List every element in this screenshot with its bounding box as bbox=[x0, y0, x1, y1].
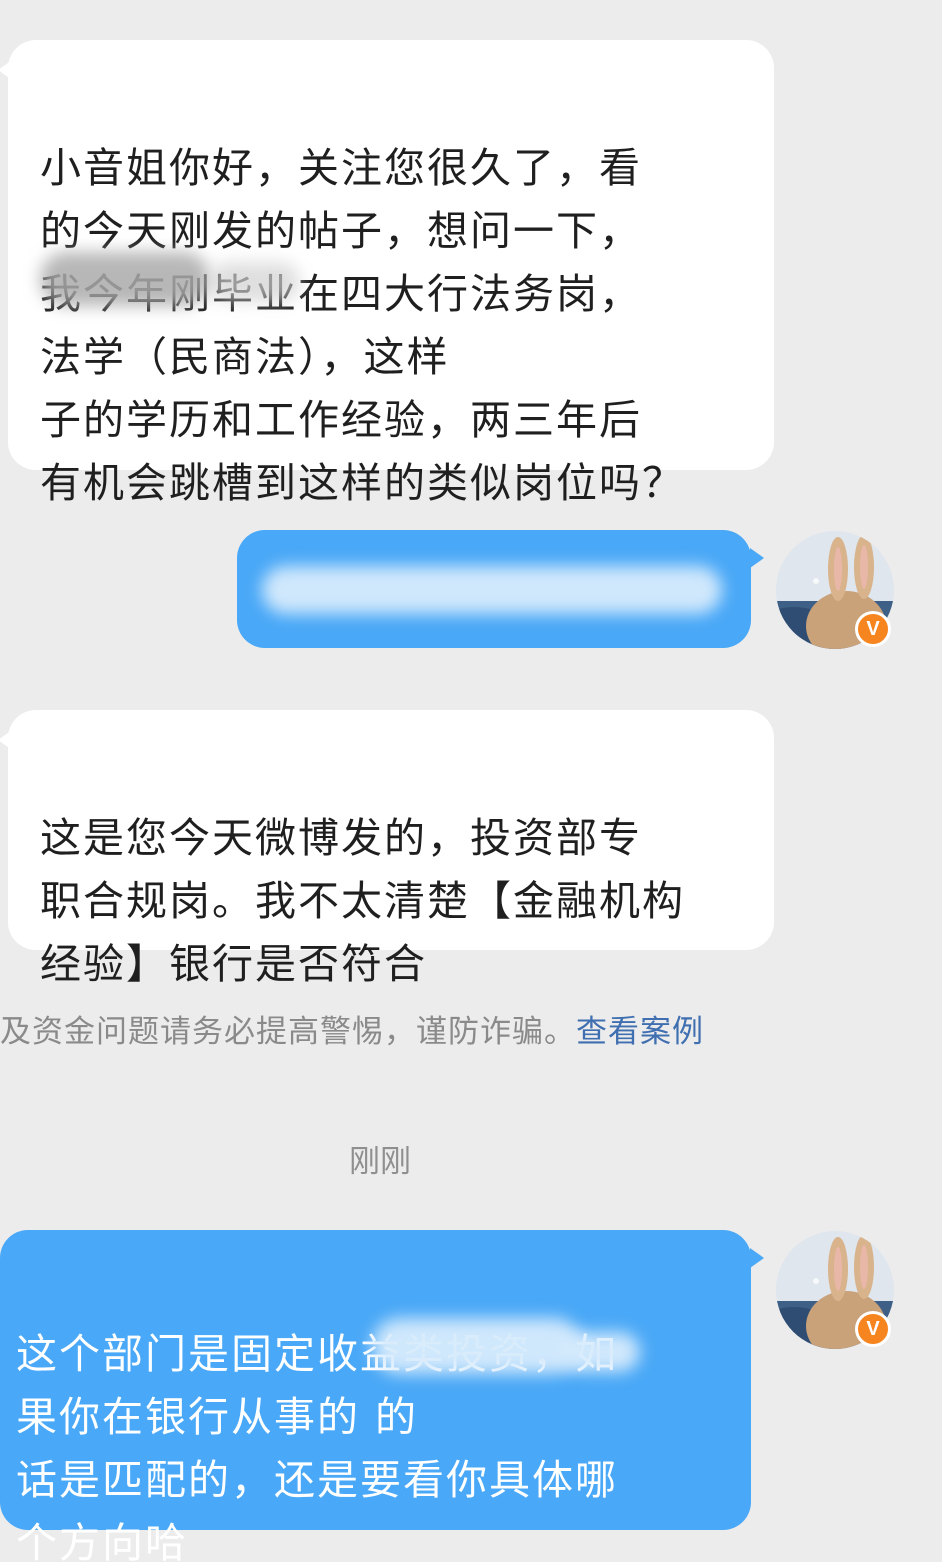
bubble-tail bbox=[750, 1248, 764, 1268]
message-bubble-outgoing[interactable]: 这个部门是固定收益类投资，如 果你在银行从事的 的 话是匹配的，还是要看你具体哪… bbox=[0, 1230, 751, 1562]
verified-badge-icon: V bbox=[855, 611, 891, 647]
redacted-blur bbox=[40, 252, 210, 306]
verified-badge-icon: V bbox=[855, 1311, 891, 1347]
redacted-blur bbox=[210, 262, 300, 302]
message-text: 小音姐你好，关注您很久了，看 的今天刚发的帖子，想问一下， 我今年刚毕业在四大行… bbox=[40, 144, 685, 507]
message-timestamp: 刚刚 bbox=[349, 1144, 411, 1180]
chat-view: 小音姐你好，关注您很久了，看 的今天刚发的帖子，想问一下， 我今年刚毕业在四大行… bbox=[0, 0, 942, 1562]
view-cases-link[interactable]: 查看案例 bbox=[576, 1014, 704, 1050]
message-bubble-incoming[interactable]: 这是您今天微博发的，投资部专 职合规岗。我不太清楚【金融机构 经验】银行是否符合 bbox=[8, 710, 774, 988]
redacted-blur bbox=[560, 1332, 640, 1372]
redacted-blur bbox=[372, 1318, 582, 1374]
bubble-tail bbox=[750, 548, 764, 568]
redacted-blur bbox=[262, 566, 722, 614]
message-text: 这是您今天微博发的，投资部专 职合规岗。我不太清楚【金融机构 经验】银行是否符合 bbox=[40, 814, 685, 988]
fraud-warning-notice: 及资金问题请务必提高警惕，谨防诈骗。查看案例 bbox=[0, 1008, 704, 1056]
notice-text: 及资金问题请务必提高警惕，谨防诈骗。 bbox=[0, 1014, 576, 1050]
